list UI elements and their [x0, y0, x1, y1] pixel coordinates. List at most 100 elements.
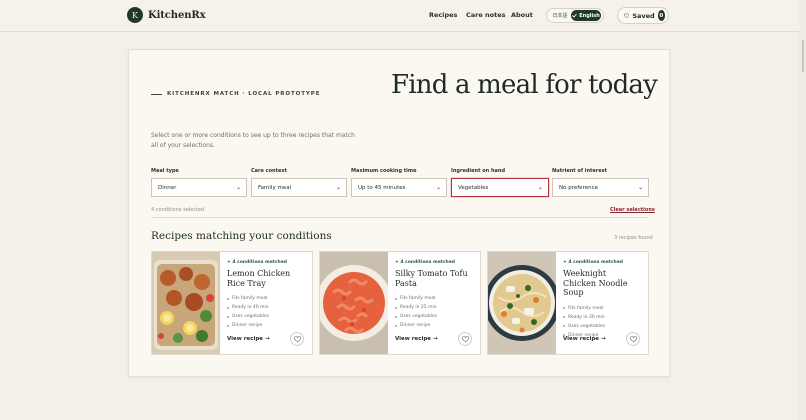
recipe-tags: Fits family meal Ready in 25 min Uses ve… — [395, 294, 473, 330]
nav-link-care-notes[interactable]: Care notes — [466, 11, 506, 19]
chevron-down-icon: ⌄ — [637, 184, 643, 191]
match-text: 4 conditions matched — [400, 260, 456, 265]
tag: Dinner recipe — [227, 321, 305, 330]
tag: Uses vegetables — [395, 312, 473, 321]
save-recipe-button[interactable] — [626, 332, 640, 346]
recipe-card[interactable]: + 4 conditions matched Weeknight Chicken… — [487, 251, 649, 355]
select-value: Dinner — [158, 184, 177, 191]
nutrient-select[interactable]: No preference ⌄ — [552, 178, 649, 197]
conditions-selected-count: 4 conditions selected — [151, 207, 205, 213]
view-recipe-link[interactable]: View recipe → — [227, 336, 270, 342]
chevron-down-icon: ⌄ — [435, 184, 441, 191]
tag: Fits family meal — [563, 304, 641, 313]
eyebrow-text: KITCHENRX MATCH · LOCAL PROTOTYPE — [167, 91, 321, 97]
match-badge: + 4 conditions matched — [395, 260, 456, 265]
view-recipe-link[interactable]: View recipe → — [395, 336, 438, 342]
heart-icon — [624, 13, 630, 18]
brand-mark-icon: K — [127, 7, 143, 23]
recipe-card[interactable]: + 4 conditions matched Lemon Chicken Ric… — [151, 251, 313, 355]
recipe-card[interactable]: + 4 conditions matched Silky Tomato Tofu… — [319, 251, 481, 355]
chevron-down-icon: ⌄ — [235, 184, 241, 191]
filter-label: Care context — [251, 168, 287, 174]
recipe-info: + 4 conditions matched Weeknight Chicken… — [556, 252, 648, 354]
recipe-info: + 4 conditions matched Silky Tomato Tofu… — [388, 252, 480, 354]
tag: Ready in 30 min — [563, 313, 641, 322]
tag: Ready in 25 min — [395, 303, 473, 312]
heart-icon — [629, 335, 637, 342]
save-recipe-button[interactable] — [290, 332, 304, 346]
match-text: 4 conditions matched — [232, 260, 288, 265]
recipe-finder-card: KITCHENRX MATCH · LOCAL PROTOTYPE Find a… — [128, 49, 670, 377]
arrow-right-icon: → — [432, 336, 438, 342]
filter-label: Nutrient of interest — [552, 168, 608, 174]
select-value: Vegetables — [458, 184, 489, 191]
recipe-image-chicken-noodle-soup[interactable] — [488, 252, 556, 354]
select-value: No preference — [559, 184, 598, 191]
tag: Ready in 40 min — [227, 303, 305, 312]
saved-button[interactable]: Saved 0 — [617, 7, 669, 24]
language-toggle: 日本語 English — [546, 8, 604, 23]
recipe-title[interactable]: Weeknight Chicken Noodle Soup — [563, 269, 641, 298]
results-heading: Recipes matching your conditions — [151, 230, 332, 242]
eyebrow-rule — [151, 93, 162, 95]
clear-selections-link[interactable]: Clear selections — [610, 207, 655, 213]
intro-text: Select one or more conditions to see up … — [151, 132, 355, 149]
tag: Fits family meal — [395, 294, 473, 303]
recipe-image-chicken-rice-tray[interactable] — [152, 252, 220, 354]
select-value: Up to 45 minutes — [358, 184, 406, 191]
scrollbar-thumb[interactable] — [802, 40, 804, 72]
view-recipe-label: View recipe — [563, 336, 600, 342]
match-text: 4 conditions matched — [568, 260, 624, 265]
recipe-title[interactable]: Silky Tomato Tofu Pasta — [395, 269, 473, 288]
select-value: Family meal — [258, 184, 292, 191]
heart-icon — [461, 335, 469, 342]
eyebrow: KITCHENRX MATCH · LOCAL PROTOTYPE — [151, 91, 320, 97]
recipe-tags: Fits family meal Ready in 40 min Uses ve… — [227, 294, 305, 330]
match-badge: + 4 conditions matched — [563, 260, 624, 265]
save-recipe-button[interactable] — [458, 332, 472, 346]
arrow-right-icon: → — [600, 336, 606, 342]
divider — [151, 217, 649, 218]
top-bar: K KitchenRx Recipes Care notes About 日本語… — [0, 0, 806, 32]
recipe-title[interactable]: Lemon Chicken Rice Tray — [227, 269, 305, 288]
tag: Fits family meal — [227, 294, 305, 303]
recipe-info: + 4 conditions matched Lemon Chicken Ric… — [220, 252, 312, 354]
filter-nutrient: Nutrient of interest No preference ⌄ — [552, 168, 649, 197]
lang-english-label: English — [579, 12, 600, 19]
match-badge: + 4 conditions matched — [227, 260, 288, 265]
recipe-grid: + 4 conditions matched Lemon Chicken Ric… — [151, 251, 649, 355]
tag: Dinner recipe — [395, 321, 473, 330]
recipe-image-tomato-tofu-pasta[interactable] — [320, 252, 388, 354]
results-count: 3 recipes found — [614, 235, 653, 241]
view-recipe-label: View recipe — [227, 336, 264, 342]
saved-count-badge: 0 — [657, 10, 665, 21]
filter-cooking-time: Maximum cooking time Up to 45 minutes ⌄ — [351, 168, 447, 197]
nav-link-about[interactable]: About — [511, 11, 533, 19]
filter-label: Meal type — [151, 168, 179, 174]
filter-ingredient: Ingredient on hand Vegetables ⌄ — [451, 168, 549, 197]
brand-logo[interactable]: K KitchenRx — [127, 7, 206, 23]
heart-icon — [293, 335, 301, 342]
view-recipe-label: View recipe — [395, 336, 432, 342]
care-context-select[interactable]: Family meal ⌄ — [251, 178, 347, 197]
brand-name: KitchenRx — [148, 9, 206, 21]
check-icon — [572, 13, 578, 18]
cooking-time-select[interactable]: Up to 45 minutes ⌄ — [351, 178, 447, 197]
page-title: Find a meal for today — [391, 70, 658, 100]
filter-meal-type: Meal type Dinner ⌄ — [151, 168, 247, 197]
chevron-down-icon: ⌄ — [537, 184, 543, 191]
lang-option-japanese[interactable]: 日本語 — [549, 12, 571, 19]
tag: Uses vegetables — [563, 322, 641, 331]
nav-link-recipes[interactable]: Recipes — [429, 11, 457, 19]
tag: Uses vegetables — [227, 312, 305, 321]
arrow-right-icon: → — [264, 336, 270, 342]
view-recipe-link[interactable]: View recipe → — [563, 336, 606, 342]
filter-label: Maximum cooking time — [351, 168, 417, 174]
saved-label: Saved — [632, 11, 655, 20]
lang-option-english[interactable]: English — [571, 10, 601, 21]
filter-label: Ingredient on hand — [451, 168, 506, 174]
filter-care-context: Care context Family meal ⌄ — [251, 168, 347, 197]
meal-type-select[interactable]: Dinner ⌄ — [151, 178, 247, 197]
ingredient-select[interactable]: Vegetables ⌄ — [451, 178, 549, 197]
chevron-down-icon: ⌄ — [335, 184, 341, 191]
